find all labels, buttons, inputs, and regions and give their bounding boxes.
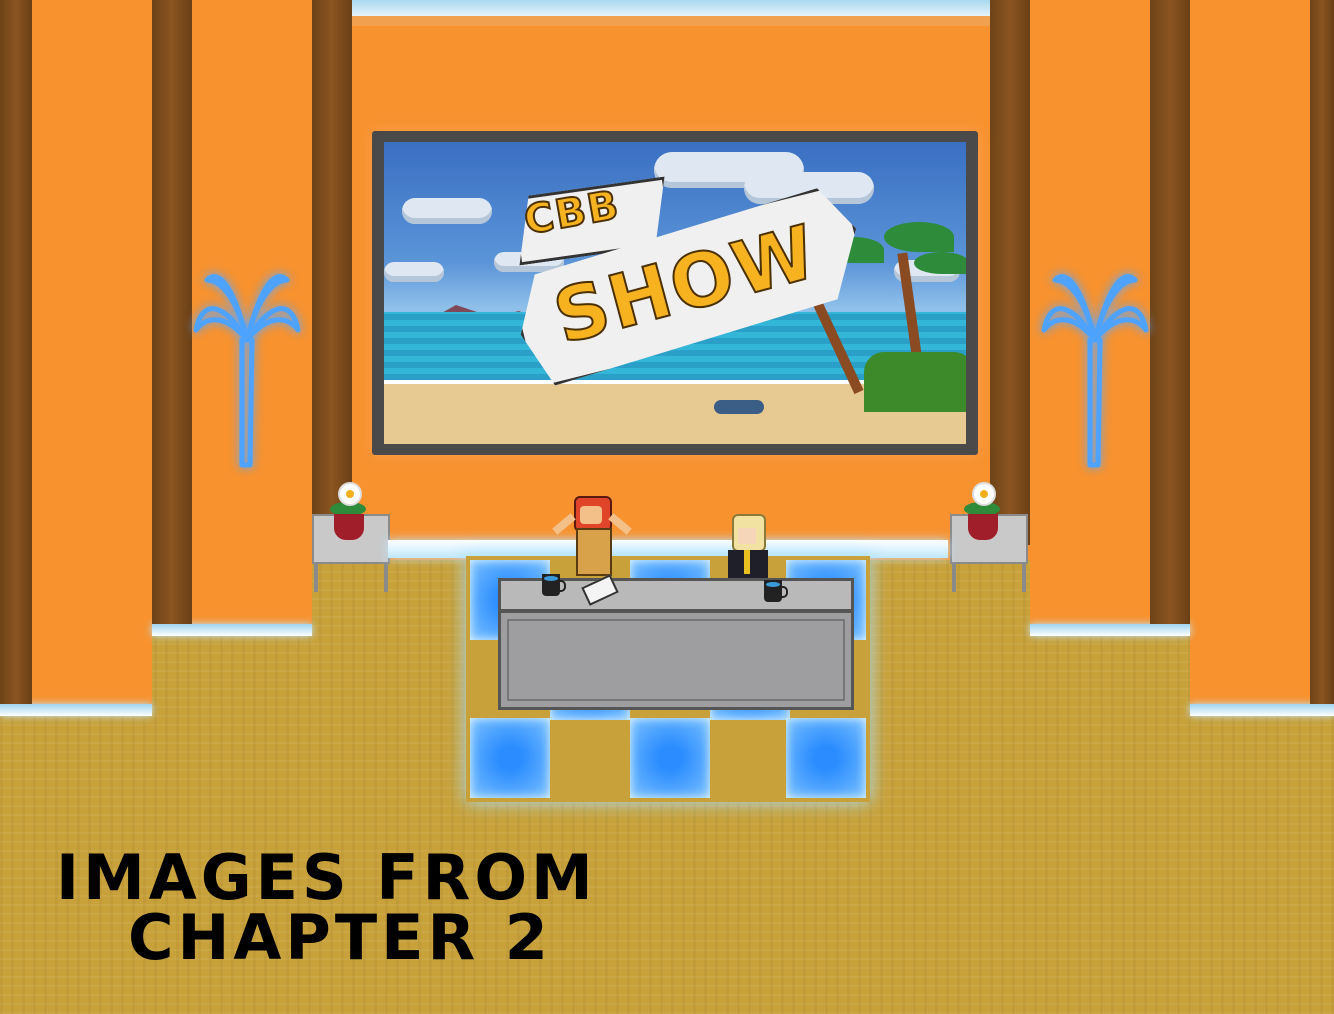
mug-icon <box>542 574 566 596</box>
right-wall-base <box>1190 704 1334 716</box>
palm-leaf <box>914 252 966 274</box>
cloud <box>384 262 444 282</box>
pillar <box>990 0 1030 545</box>
left-inner-base <box>152 624 312 636</box>
character-tie <box>744 550 750 574</box>
desk-front <box>498 610 854 710</box>
flower-pot-icon <box>968 514 998 540</box>
floor-tile <box>786 718 866 798</box>
rock <box>714 400 764 414</box>
tv-frame: CBB SHOW <box>372 131 978 455</box>
character-face <box>580 506 602 524</box>
pillar <box>312 0 352 545</box>
table-leg <box>314 564 318 592</box>
flower-pot-icon <box>334 514 364 540</box>
flower-icon <box>974 484 994 504</box>
chapter-caption: IMAGES FROM CHAPTER 2 <box>56 841 676 974</box>
neon-palm-tree-icon <box>192 260 302 470</box>
character-face <box>738 528 756 544</box>
flower-icon <box>340 484 360 504</box>
host-character-blonde <box>726 514 780 584</box>
character-arm <box>552 513 576 535</box>
pillar <box>0 0 32 704</box>
right-inner-base <box>1030 624 1190 636</box>
pillar <box>1150 0 1190 624</box>
game-scene: CBB SHOW IMAGES FROM CHAPTER 2 <box>0 0 1334 1014</box>
left-wall-base <box>0 704 152 716</box>
caption-line-2: CHAPTER 2 <box>128 901 552 974</box>
pillar <box>1310 0 1334 704</box>
table-leg <box>1022 564 1026 592</box>
host-desk <box>498 578 854 710</box>
pillar <box>152 0 192 624</box>
character-body <box>576 528 612 576</box>
table-leg <box>952 564 956 592</box>
table-leg <box>384 564 388 592</box>
palm-leaf <box>884 222 954 252</box>
floor-tile <box>630 718 710 798</box>
neon-palm-tree-icon <box>1040 260 1150 470</box>
floor-tile <box>470 718 550 798</box>
cloud <box>402 198 492 224</box>
bush <box>864 352 966 412</box>
mug-icon <box>764 580 788 602</box>
tv-screen: CBB SHOW <box>384 142 966 444</box>
caption-line-1: IMAGES FROM <box>56 841 597 914</box>
host-character-red <box>548 496 638 586</box>
